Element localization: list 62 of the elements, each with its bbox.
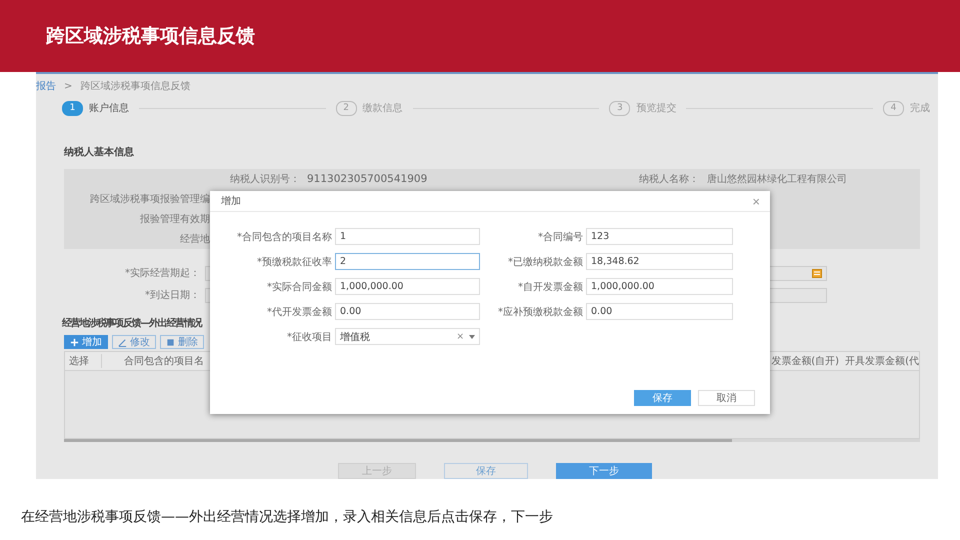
step-label[interactable]: 账户信息 <box>89 101 129 115</box>
pencil-icon <box>118 338 127 346</box>
field-label: *合同包含的项目名称 <box>236 230 332 244</box>
close-button[interactable]: × <box>752 194 760 208</box>
field-label: *到达日期： <box>144 288 200 302</box>
field-label: 跨区域涉税事项报验管理编 <box>89 192 210 206</box>
breadcrumb-separator: > <box>64 80 72 92</box>
field-label: *征收项目 <box>286 330 332 344</box>
breadcrumb-current: 跨区域涉税事项信息反馈 <box>80 80 190 93</box>
field-label: *已缴纳税款金额 <box>507 256 583 268</box>
step-number[interactable]: 3 <box>609 100 630 116</box>
step-label[interactable]: 缴款信息 <box>362 101 403 115</box>
save-button[interactable]: 保存 <box>444 463 528 479</box>
step-number[interactable]: 1 <box>62 100 83 116</box>
field-label: *实际合同金额 <box>266 280 332 294</box>
step-number[interactable]: 4 <box>883 100 904 116</box>
field-label: *合同编号 <box>537 230 583 244</box>
clear-button[interactable]: × <box>456 332 464 342</box>
field-label: *代开发票金额 <box>266 306 332 318</box>
column-header: 发票金额(自开) <box>771 354 840 368</box>
trash-icon <box>166 338 175 346</box>
field-label: 纳税人识别号： <box>229 172 300 186</box>
scrollbar-thumb[interactable] <box>64 439 732 442</box>
section-title: 经营地涉税事项反馈—外出经营情况 <box>62 316 202 330</box>
delete-button[interactable]: 删除 <box>160 335 204 349</box>
column-header: 开具发票金额(代 <box>845 354 919 368</box>
field-label: *预缴税款征收率 <box>256 256 332 268</box>
input-field[interactable]: 0.00 <box>586 303 733 320</box>
field-label: 纳税人名称： <box>639 172 699 186</box>
select-field[interactable]: 增值税 × <box>335 328 480 345</box>
field-value: 911302305700541909 <box>306 173 428 185</box>
edit-button[interactable]: 修改 <box>112 335 156 349</box>
input-field[interactable]: 2 <box>335 253 480 270</box>
step-number[interactable]: 2 <box>336 100 357 116</box>
column-header: 选择 <box>65 354 102 368</box>
column-header: 合同包含的项目名 <box>123 354 204 368</box>
dialog-title: 增加 <box>221 194 241 208</box>
field-label: 报验管理有效期 <box>139 212 210 226</box>
field-label: *自开发票金额 <box>517 280 583 294</box>
input-field[interactable]: 1,000,000.00 <box>335 278 480 295</box>
field-label: 经营地 <box>179 232 210 246</box>
plus-icon <box>70 338 79 346</box>
next-button[interactable]: 下一步 <box>556 463 652 479</box>
slide-title: 跨区域涉税事项信息反馈 <box>46 24 255 49</box>
input-field[interactable]: 123 <box>586 228 733 245</box>
input-field[interactable]: 1 <box>335 228 480 245</box>
section-title: 纳税人基本信息 <box>64 146 135 159</box>
field-label: *实际经营期起： <box>124 266 200 280</box>
input-field[interactable]: 18,348.62 <box>586 253 733 270</box>
breadcrumb-link[interactable]: 报告 <box>36 79 56 93</box>
step-label[interactable]: 完成 <box>910 101 930 115</box>
caption-text: 在经营地涉税事项反馈——外出经营情况选择增加，录入相关信息后点击保存，下一步 <box>21 508 554 526</box>
add-button[interactable]: 增加 <box>64 335 108 349</box>
input-field[interactable]: 0.00 <box>335 303 480 320</box>
field-value: 唐山悠然园林绿化工程有限公司 <box>706 172 847 186</box>
cancel-button[interactable]: 取消 <box>698 390 755 406</box>
input-field[interactable]: 1,000,000.00 <box>586 278 733 295</box>
calendar-icon <box>812 268 822 278</box>
field-label: *应补预缴税款金额 <box>497 306 583 318</box>
step-label[interactable]: 预览提交 <box>636 101 676 115</box>
caret-icon <box>469 334 475 338</box>
save-button[interactable]: 保存 <box>634 390 691 406</box>
